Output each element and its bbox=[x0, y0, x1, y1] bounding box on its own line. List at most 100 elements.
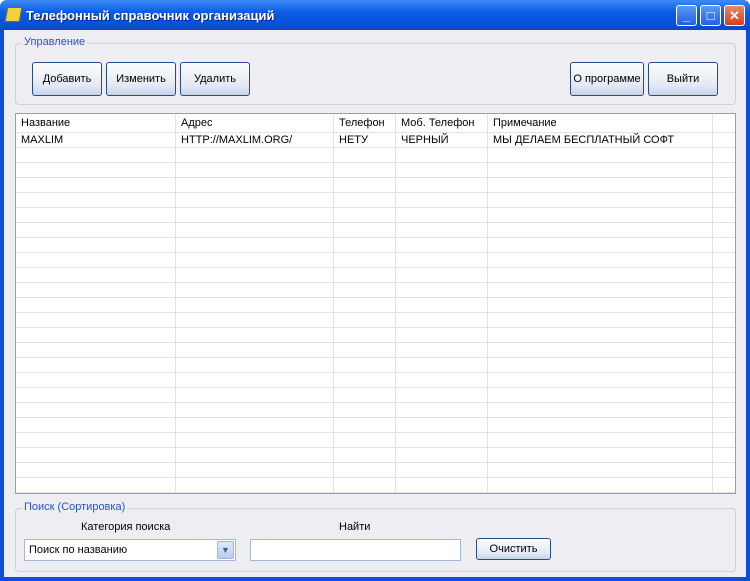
filler-cell bbox=[713, 433, 735, 447]
table-cell bbox=[16, 283, 176, 297]
column-header[interactable]: Название bbox=[16, 114, 176, 132]
table-row[interactable] bbox=[16, 343, 735, 358]
search-group-label: Поиск (Сортировка) bbox=[22, 501, 128, 513]
table-cell bbox=[16, 433, 176, 447]
table-row[interactable] bbox=[16, 178, 735, 193]
table-cell bbox=[396, 328, 488, 342]
table-cell bbox=[176, 388, 334, 402]
table-cell bbox=[334, 193, 396, 207]
table-cell bbox=[488, 178, 713, 192]
search-category-value: Поиск по названию bbox=[29, 544, 128, 556]
category-label: Категория поиска bbox=[81, 521, 171, 533]
table-cell bbox=[176, 433, 334, 447]
table-row[interactable] bbox=[16, 388, 735, 403]
table-row[interactable] bbox=[16, 163, 735, 178]
table-cell bbox=[334, 268, 396, 282]
edit-button[interactable]: Изменить bbox=[106, 62, 176, 96]
delete-button[interactable]: Удалить bbox=[180, 62, 250, 96]
filler-cell bbox=[713, 298, 735, 312]
table-cell bbox=[334, 283, 396, 297]
find-input[interactable] bbox=[250, 539, 461, 561]
table-row[interactable] bbox=[16, 433, 735, 448]
minimize-button[interactable]: _ bbox=[676, 5, 697, 26]
table-row[interactable] bbox=[16, 358, 735, 373]
table-header[interactable]: Название Адрес Телефон Моб. Телефон Примечан… bbox=[16, 114, 735, 133]
table-cell bbox=[176, 268, 334, 282]
search-category-select[interactable]: Поиск по названию ▼ bbox=[24, 539, 236, 561]
window-title: Телефонный справочник организаций bbox=[26, 8, 275, 23]
table-cell bbox=[16, 373, 176, 387]
filler-cell bbox=[713, 193, 735, 207]
table-cell bbox=[488, 298, 713, 312]
table-row[interactable] bbox=[16, 328, 735, 343]
table-cell bbox=[16, 343, 176, 357]
table-row[interactable] bbox=[16, 298, 735, 313]
table-row[interactable] bbox=[16, 313, 735, 328]
filler-cell bbox=[713, 208, 735, 222]
table-row[interactable] bbox=[16, 403, 735, 418]
table-cell bbox=[396, 148, 488, 162]
filler-cell bbox=[713, 283, 735, 297]
table-cell bbox=[16, 223, 176, 237]
table-cell bbox=[488, 418, 713, 432]
table-cell bbox=[176, 418, 334, 432]
data-grid[interactable]: Название Адрес Телефон Моб. Телефон Примечан… bbox=[15, 113, 736, 494]
table-row[interactable] bbox=[16, 283, 735, 298]
table-cell bbox=[488, 148, 713, 162]
table-row[interactable] bbox=[16, 253, 735, 268]
table-cell bbox=[334, 253, 396, 267]
chevron-down-icon[interactable]: ▼ bbox=[217, 541, 234, 559]
column-header[interactable]: Примечание bbox=[488, 114, 713, 132]
table-row[interactable] bbox=[16, 418, 735, 433]
table-cell bbox=[334, 298, 396, 312]
column-header[interactable]: Телефон bbox=[334, 114, 396, 132]
table-row[interactable]: MAXLIM HTTP://MAXLIM.ORG/НЕТУ ЧЕРНЫЙ МЫ ДЕЛ… bbox=[16, 133, 735, 148]
table-row[interactable] bbox=[16, 223, 735, 238]
table-cell bbox=[396, 268, 488, 282]
table-row[interactable] bbox=[16, 463, 735, 478]
table-cell bbox=[488, 403, 713, 417]
table-row[interactable] bbox=[16, 148, 735, 163]
table-cell bbox=[176, 298, 334, 312]
add-button[interactable]: Добавить bbox=[32, 62, 102, 96]
table-cell: МЫ ДЕЛАЕМ БЕСПЛАТНЫЙ СОФТ bbox=[488, 133, 713, 147]
filler-cell bbox=[713, 238, 735, 252]
table-row[interactable] bbox=[16, 373, 735, 388]
title-bar[interactable]: Телефонный справочник организаций _ □ ✕ bbox=[0, 0, 750, 30]
table-cell bbox=[334, 358, 396, 372]
table-cell bbox=[396, 193, 488, 207]
filler-cell bbox=[713, 448, 735, 462]
table-cell bbox=[488, 463, 713, 477]
table-cell bbox=[334, 433, 396, 447]
table-row[interactable] bbox=[16, 478, 735, 493]
table-cell bbox=[16, 388, 176, 402]
table-cell bbox=[334, 448, 396, 462]
table-row[interactable] bbox=[16, 208, 735, 223]
clear-button[interactable]: Очистить bbox=[476, 538, 551, 560]
table-cell bbox=[396, 373, 488, 387]
column-header[interactable]: Адрес bbox=[176, 114, 334, 132]
close-button[interactable]: ✕ bbox=[724, 5, 745, 26]
table-cell bbox=[396, 178, 488, 192]
table-cell bbox=[16, 253, 176, 267]
table-row[interactable] bbox=[16, 193, 735, 208]
table-row[interactable] bbox=[16, 268, 735, 283]
column-header[interactable]: Моб. Телефон bbox=[396, 114, 488, 132]
table-cell bbox=[334, 208, 396, 222]
exit-button[interactable]: Выйти bbox=[648, 62, 718, 96]
table-cell bbox=[176, 448, 334, 462]
maximize-button[interactable]: □ bbox=[700, 5, 721, 26]
table-row[interactable] bbox=[16, 448, 735, 463]
table-cell bbox=[176, 313, 334, 327]
table-cell bbox=[334, 373, 396, 387]
table-row[interactable] bbox=[16, 238, 735, 253]
table-cell bbox=[488, 433, 713, 447]
table-cell bbox=[396, 223, 488, 237]
table-cell bbox=[488, 313, 713, 327]
filler-cell bbox=[713, 358, 735, 372]
about-button[interactable]: О программе bbox=[570, 62, 644, 96]
table-cell bbox=[396, 448, 488, 462]
control-group-label: Управление bbox=[22, 36, 88, 48]
table-cell bbox=[176, 478, 334, 492]
filler-cell[interactable] bbox=[713, 114, 735, 132]
